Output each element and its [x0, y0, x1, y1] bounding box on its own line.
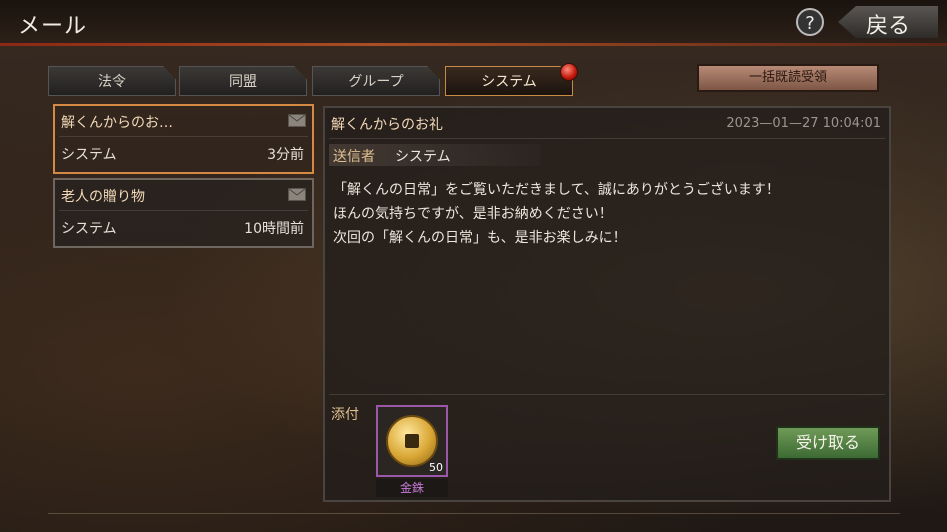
notification-dot-icon [560, 63, 578, 81]
mail-divider [59, 210, 308, 211]
sender-value: システム [395, 149, 451, 165]
detail-date: 2023—01—27 10:04:01 [726, 116, 881, 131]
tab-group[interactable]: グループ [312, 66, 440, 96]
mail-time: 3分前 [267, 147, 304, 163]
item-quantity: 50 [429, 461, 443, 474]
bulk-read-receive-button[interactable]: 一括既読受領 [697, 64, 879, 92]
body-line: ほんの気持ちですが、是非お納めください！ [333, 206, 613, 222]
detail-divider [329, 138, 885, 139]
help-icon[interactable]: ? [796, 8, 824, 36]
sender-label: 送信者 [333, 149, 375, 165]
tab-hourei[interactable]: 法令 [48, 66, 176, 96]
bottom-divider [48, 513, 900, 514]
mail-time: 10時間前 [244, 221, 304, 237]
envelope-icon [288, 188, 306, 201]
envelope-icon [288, 114, 306, 127]
sender-row: 送信者 システム [329, 144, 541, 166]
mail-item-0[interactable]: 解くんからのお… システム 3分前 [53, 104, 314, 174]
item-name: 金銖 [376, 479, 448, 497]
top-bar: メール ? 戻る [0, 0, 947, 46]
mail-divider [59, 136, 308, 137]
mail-subject: 老人の贈り物 [61, 189, 145, 205]
mail-body: 「解くんの日常」をご覧いただきまして、誠にありがとうございます！ ほんの気持ちで… [333, 178, 780, 250]
mail-item-1[interactable]: 老人の贈り物 システム 10時間前 [53, 178, 314, 248]
back-label: 戻る [866, 14, 911, 39]
body-line: 次回の「解くんの日常」も、是非お楽しみに！ [333, 230, 627, 246]
header-divider [0, 43, 947, 46]
receive-button[interactable]: 受け取る [776, 426, 880, 460]
tab-system[interactable]: システム [445, 66, 573, 96]
mail-detail-panel: 解くんからのお礼 2023—01—27 10:04:01 送信者 システム 「解… [323, 106, 891, 502]
attachment-divider [329, 394, 885, 395]
mail-sender: システム [61, 147, 117, 163]
back-button[interactable]: 戻る [838, 6, 938, 39]
body-line: 「解くんの日常」をご覧いただきまして、誠にありがとうございます！ [333, 182, 780, 198]
tab-doumei[interactable]: 同盟 [179, 66, 307, 96]
attachment-item[interactable]: 50 [376, 405, 448, 477]
mail-subject: 解くんからのお… [61, 115, 173, 131]
mail-sender: システム [61, 221, 117, 237]
attachment-label: 添付 [331, 407, 359, 423]
page-title: メール [18, 14, 88, 39]
coin-icon [386, 415, 438, 467]
detail-subject: 解くんからのお礼 [331, 117, 443, 133]
